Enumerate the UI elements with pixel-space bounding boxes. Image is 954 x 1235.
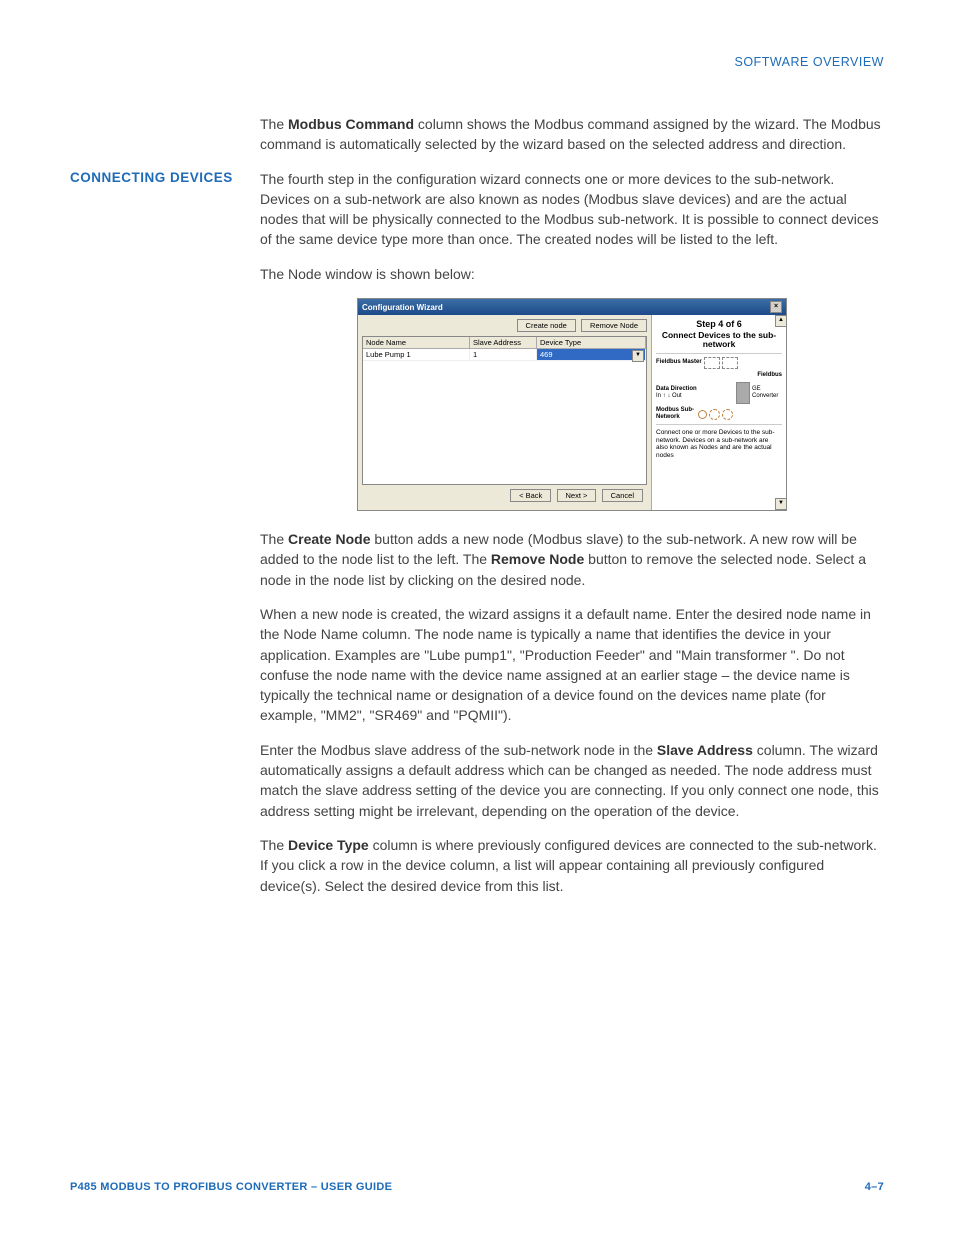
wizard-help-panel: ▲ Step 4 of 6 Connect Devices to the sub… xyxy=(651,315,786,510)
converter-icon xyxy=(736,382,750,404)
paragraph: The fourth step in the configuration wiz… xyxy=(260,169,884,250)
window-titlebar: Configuration Wizard × xyxy=(358,299,786,315)
scroll-down-icon[interactable]: ▼ xyxy=(775,498,787,510)
label: GE Converter xyxy=(752,386,782,400)
label: Fieldbus xyxy=(656,372,782,379)
paragraph-create-node: The Create Node button adds a new node (… xyxy=(260,529,884,590)
label: Fieldbus Master xyxy=(656,359,702,366)
help-text: Connect one or more Devices to the sub-n… xyxy=(656,429,782,459)
label: Data Direction xyxy=(656,386,697,393)
col-device-type: Device Type xyxy=(537,337,646,348)
text: Enter the Modbus slave address of the su… xyxy=(260,742,657,758)
bold-text: Device Type xyxy=(288,837,369,853)
close-icon[interactable]: × xyxy=(770,301,782,313)
bold-text: Create Node xyxy=(288,531,370,547)
paragraph: When a new node is created, the wizard a… xyxy=(260,604,884,726)
next-button[interactable]: Next > xyxy=(557,489,597,502)
node-icon xyxy=(722,357,738,369)
col-slave-address: Slave Address xyxy=(470,337,537,348)
footer-title: P485 MODBUS TO PROFIBUS CONVERTER – USER… xyxy=(70,1181,392,1193)
bold-text: Slave Address xyxy=(657,742,753,758)
window-title: Configuration Wizard xyxy=(362,303,443,312)
remove-node-button[interactable]: Remove Node xyxy=(581,319,647,332)
section-heading-connecting-devices: CONNECTING DEVICES xyxy=(70,169,260,910)
cell-device-type[interactable]: 469 ▼ xyxy=(537,349,646,360)
cell-slave-address[interactable]: 1 xyxy=(470,349,537,360)
bold-text: Remove Node xyxy=(491,551,584,567)
text: The xyxy=(260,837,288,853)
cancel-button[interactable]: Cancel xyxy=(602,489,643,502)
page-number: 4–7 xyxy=(865,1181,884,1193)
label: Out xyxy=(672,393,682,399)
help-diagram: Fieldbus Master Fieldbus Data Direction xyxy=(656,357,782,422)
bold-text: Modbus Command xyxy=(288,116,414,132)
col-node-name: Node Name xyxy=(363,337,470,348)
node-table[interactable]: Node Name Slave Address Device Type Lube… xyxy=(362,336,647,485)
text: The xyxy=(260,531,288,547)
scroll-up-icon[interactable]: ▲ xyxy=(775,315,787,327)
step-subtitle: Connect Devices to the sub-network xyxy=(656,331,782,350)
table-row[interactable]: Lube Pump 1 1 469 ▼ xyxy=(363,349,646,361)
label: In xyxy=(656,393,661,399)
paragraph-slave-address: Enter the Modbus slave address of the su… xyxy=(260,740,884,821)
paragraph-modbus-command: The Modbus Command column shows the Modb… xyxy=(260,114,884,155)
wizard-screenshot: Configuration Wizard × Create node Remov… xyxy=(357,298,787,511)
text: The xyxy=(260,116,288,132)
paragraph-device-type: The Device Type column is where previous… xyxy=(260,835,884,896)
create-node-button[interactable]: Create node xyxy=(517,319,576,332)
cell-value: 469 xyxy=(540,350,553,359)
dropdown-arrow-icon[interactable]: ▼ xyxy=(632,350,644,362)
step-indicator: Step 4 of 6 xyxy=(656,319,782,329)
node-icon xyxy=(698,410,707,419)
node-icon xyxy=(704,357,720,369)
label: Modbus Sub-Network xyxy=(656,407,696,421)
back-button[interactable]: < Back xyxy=(510,489,551,502)
node-icon xyxy=(709,409,720,420)
paragraph: The Node window is shown below: xyxy=(260,264,884,284)
page-header: SOFTWARE OVERVIEW xyxy=(70,55,884,69)
node-icon xyxy=(722,409,733,420)
cell-node-name[interactable]: Lube Pump 1 xyxy=(363,349,470,360)
